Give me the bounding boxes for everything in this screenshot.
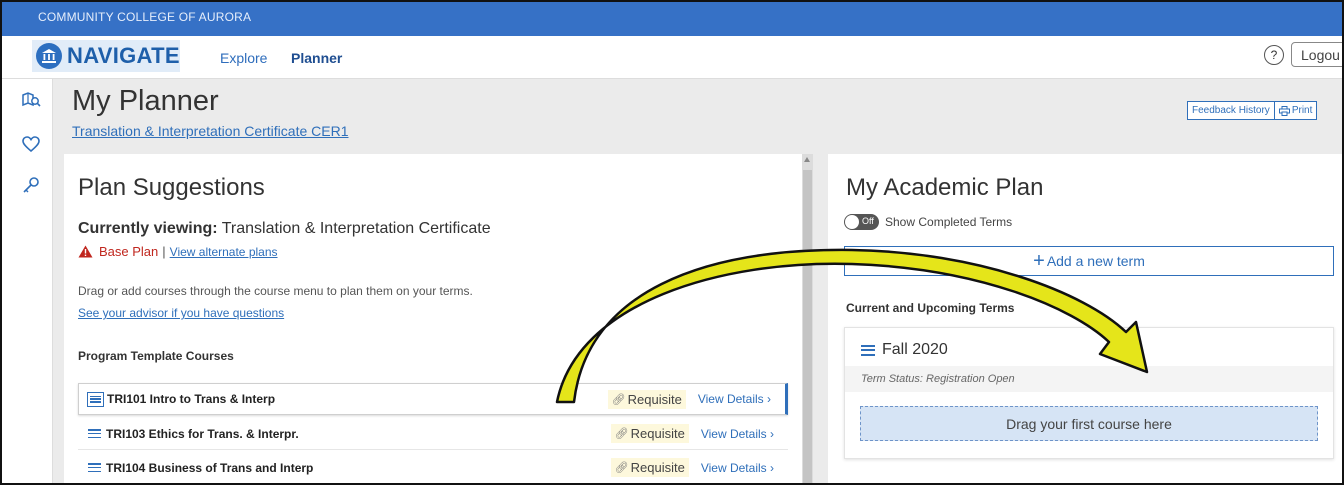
map-search-icon[interactable]	[21, 91, 41, 111]
header-tools: Feedback History Print	[1187, 101, 1318, 120]
course-drop-zone[interactable]: Drag your first course here	[860, 406, 1318, 441]
viewing-label: Currently viewing:	[78, 220, 218, 237]
chevron-right-icon: ›	[770, 426, 774, 441]
nav-explore[interactable]: Explore	[220, 50, 267, 66]
drag-handle-icon[interactable]	[87, 391, 104, 407]
viewing-value: Translation & Interpretation Certificate	[221, 220, 491, 237]
show-completed-toggle-group: Off Show Completed Terms	[844, 214, 1012, 230]
view-details-link[interactable]: View Details ›	[698, 392, 771, 406]
course-row[interactable]: TRI103 Ethics for Trans. & Interpr. 🔗︎ Re…	[78, 418, 788, 450]
view-details-label: View Details	[700, 460, 767, 475]
add-term-label: Add a new term	[1046, 253, 1145, 269]
drag-handle-icon[interactable]	[86, 426, 103, 441]
term-name: Fall 2020	[882, 341, 948, 358]
feedback-history-label: Feedback History	[1192, 105, 1270, 116]
college-banner: COMMUNITY COLLEGE OF AURORA	[2, 2, 1342, 36]
requisite-label: Requisite	[630, 426, 685, 441]
course-name: TRI104 Business of Trans and Interp	[106, 460, 314, 475]
key-icon[interactable]	[21, 176, 41, 196]
print-label: Print	[1291, 105, 1313, 116]
base-plan-label: Base Plan	[99, 244, 159, 259]
chevron-right-icon: ›	[767, 392, 771, 406]
term-header[interactable]: Fall 2020	[861, 341, 948, 359]
plan-suggestions-title: Plan Suggestions	[78, 174, 265, 201]
view-details-label: View Details	[700, 426, 767, 441]
warning-icon	[78, 245, 93, 258]
requisite-label: Requisite	[630, 460, 685, 475]
brand-name: NAVIGATE	[67, 43, 180, 68]
program-link[interactable]: Translation & Interpretation Certificate…	[72, 123, 349, 139]
separator: |	[162, 244, 166, 259]
left-sidebar	[2, 79, 53, 483]
browser-viewport: COMMUNITY COLLEGE OF AURORA NAVIGATE Exp…	[0, 0, 1344, 485]
college-name: COMMUNITY COLLEGE OF AURORA	[38, 10, 252, 24]
view-details-link[interactable]: View Details ›	[701, 427, 774, 441]
base-plan-line: Base Plan | View alternate plans	[78, 244, 278, 259]
page-title: My Planner	[72, 85, 219, 117]
nav-planner[interactable]: Planner	[291, 50, 342, 66]
scroll-up-arrow-icon[interactable]	[804, 157, 810, 162]
navigate-logo[interactable]: NAVIGATE	[32, 40, 180, 72]
toggle-label: Show Completed Terms	[885, 215, 1013, 229]
requisite-label: Requisite	[627, 391, 682, 407]
print-button[interactable]: Print	[1274, 101, 1318, 120]
toggle-state: Off	[862, 216, 874, 226]
add-term-button[interactable]: + Add a new term	[844, 246, 1334, 276]
plan-suggestions-panel: Plan Suggestions Currently viewing: Tran…	[64, 154, 802, 483]
requisite-badge: 🔗︎ Requisite	[610, 458, 689, 477]
course-name: TRI101 Intro to Trans & Interp	[107, 392, 276, 406]
hamburger-icon[interactable]	[861, 344, 875, 356]
requisite-badge: 🔗︎ Requisite	[607, 389, 686, 409]
course-row[interactable]: TRI101 Intro to Trans & Interp 🔗︎ Requisi…	[78, 383, 788, 415]
term-status: Term Status: Registration Open	[845, 366, 1333, 392]
link-icon: 🔗︎	[614, 428, 629, 440]
term-card: Fall 2020 Term Status: Registration Open…	[844, 327, 1334, 459]
advisor-link[interactable]: See your advisor if you have questions	[78, 306, 284, 320]
view-details-link[interactable]: View Details ›	[701, 461, 774, 475]
logout-button[interactable]: Logou	[1291, 42, 1342, 67]
requisite-badge: 🔗︎ Requisite	[610, 424, 689, 443]
link-icon: 🔗︎	[611, 393, 626, 406]
printer-icon	[1278, 105, 1290, 116]
top-navigation: NAVIGATE Explore Planner ? Logou	[2, 36, 1342, 79]
scrollbar-thumb[interactable]	[803, 170, 812, 483]
template-heading: Program Template Courses	[78, 349, 234, 363]
view-alternate-plans-link[interactable]: View alternate plans	[170, 245, 278, 259]
currently-viewing: Currently viewing: Translation & Interpr…	[78, 220, 491, 238]
view-details-label: View Details	[697, 392, 764, 406]
show-completed-toggle[interactable]: Off	[844, 214, 879, 230]
help-circle-icon[interactable]: ?	[1264, 45, 1284, 65]
academic-plan-title: My Academic Plan	[846, 174, 1044, 201]
toggle-knob	[845, 215, 859, 229]
help-glyph: ?	[1270, 48, 1278, 62]
navigate-logo-icon	[36, 43, 62, 69]
course-name: TRI103 Ethics for Trans. & Interpr.	[106, 426, 299, 441]
academic-plan-panel: My Academic Plan Off Show Completed Term…	[828, 154, 1342, 483]
link-icon: 🔗︎	[614, 462, 629, 474]
feedback-history-button[interactable]: Feedback History	[1187, 101, 1275, 120]
drag-handle-icon[interactable]	[86, 460, 103, 475]
chevron-right-icon: ›	[770, 460, 774, 475]
terms-heading: Current and Upcoming Terms	[846, 301, 1015, 315]
heart-icon[interactable]	[21, 135, 41, 155]
course-row[interactable]: TRI104 Business of Trans and Interp 🔗︎ Re…	[78, 452, 788, 483]
plus-icon: +	[1033, 250, 1045, 272]
drag-hint: Drag or add courses through the course m…	[78, 284, 473, 298]
